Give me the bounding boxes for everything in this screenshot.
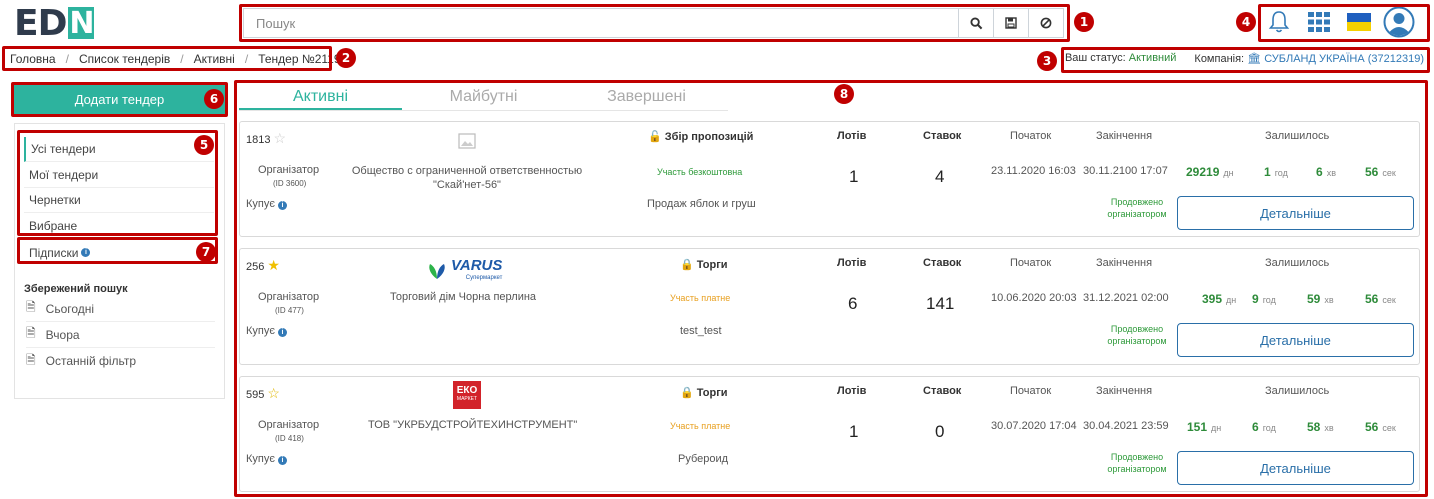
saved-search-yesterday[interactable]: 🗎 Вчора xyxy=(26,322,215,348)
logo-text: ED xyxy=(14,2,67,44)
logo-accent: N xyxy=(68,5,95,41)
saved-search-last-filter[interactable]: 🗎 Останній фільтр xyxy=(26,348,215,374)
annotation-box-breadcrumb xyxy=(2,46,332,71)
annotation-box-search xyxy=(239,4,1070,42)
annotation-badge: 6 xyxy=(204,89,224,109)
annotation-badge: 8 xyxy=(834,84,854,104)
saved-search-label: Останній фільтр xyxy=(45,354,137,368)
annotation-badge: 2 xyxy=(336,48,356,68)
document-icon: 🗎 xyxy=(26,300,36,314)
annotation-box-menu xyxy=(17,130,218,236)
annotation-badge: 5 xyxy=(194,135,214,155)
document-icon: 🗎 xyxy=(26,326,36,340)
annotation-box-subscriptions xyxy=(17,237,218,264)
annotation-badge: 3 xyxy=(1037,51,1057,71)
annotation-badge: 7 xyxy=(196,242,216,262)
annotation-box-tender-list xyxy=(234,80,1428,497)
annotation-box-header-icons xyxy=(1258,4,1430,42)
annotation-box-status xyxy=(1061,47,1430,73)
saved-search-label: Сьогодні xyxy=(45,301,95,316)
logo[interactable]: ED N xyxy=(14,3,95,44)
saved-search-today[interactable]: 🗎 Сьогодні xyxy=(26,296,215,322)
saved-search-title: Збережений пошук xyxy=(24,283,128,295)
document-icon: 🗎 xyxy=(26,352,36,367)
saved-search-label: Вчора xyxy=(45,327,80,342)
annotation-badge: 1 xyxy=(1074,12,1094,32)
annotation-box-add-tender xyxy=(11,82,228,117)
annotation-badge: 4 xyxy=(1236,12,1256,32)
